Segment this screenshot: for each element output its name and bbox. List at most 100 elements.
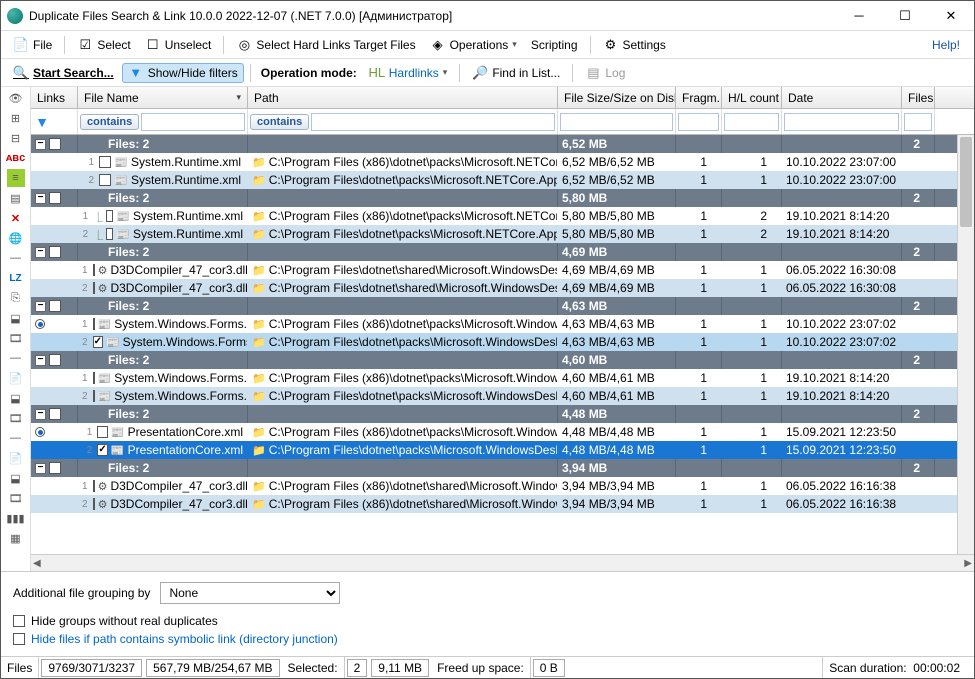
- row-checkbox[interactable]: [93, 336, 103, 348]
- row-checkbox[interactable]: [93, 264, 95, 276]
- sidebar-globe-icon[interactable]: 🌐: [7, 229, 25, 247]
- minimize-button[interactable]: ─: [836, 1, 882, 31]
- group-row[interactable]: − Files: 26,52 MB2: [31, 135, 974, 153]
- row-checkbox[interactable]: [93, 318, 95, 330]
- help-link[interactable]: Help!: [924, 36, 968, 54]
- row-checkbox[interactable]: [93, 390, 95, 402]
- group-row[interactable]: − Files: 25,80 MB2: [31, 189, 974, 207]
- grouping-select[interactable]: None: [160, 582, 340, 604]
- col-fragm[interactable]: Fragm.: [676, 87, 722, 108]
- find-in-list-button[interactable]: 🔎Find in List...: [466, 63, 566, 83]
- sidebar-grid-icon[interactable]: ▦: [7, 529, 25, 547]
- sidebar-copy-icon[interactable]: ⎘: [7, 289, 25, 307]
- file-row[interactable]: 2📰System.Windows.Forms.xml📁C:\Program Fi…: [31, 333, 974, 351]
- file-row[interactable]: 1⎿📰System.Runtime.xml📁C:\Program Files (…: [31, 207, 974, 225]
- filter-funnel-icon[interactable]: ▼: [33, 113, 51, 131]
- sidebar-collapse-icon[interactable]: ⊟: [7, 129, 25, 147]
- file-row[interactable]: 1📰System.Runtime.xml📁C:\Program Files (x…: [31, 153, 974, 171]
- col-hlcount[interactable]: H/L count: [722, 87, 782, 108]
- filter-hl-input[interactable]: [724, 113, 779, 131]
- file-row[interactable]: 2📰System.Runtime.xml📁C:\Program Files\do…: [31, 171, 974, 189]
- sidebar-film-icon[interactable]: 🎞: [7, 329, 25, 347]
- group-checkbox[interactable]: [49, 246, 61, 258]
- group-checkbox[interactable]: [49, 138, 61, 150]
- hide-symlink-checkbox[interactable]: [13, 633, 25, 645]
- row-checkbox[interactable]: [99, 174, 111, 186]
- sidebar-delete-icon[interactable]: ✕: [7, 209, 25, 227]
- group-row[interactable]: − Files: 24,63 MB2: [31, 297, 974, 315]
- sidebar-expand-icon[interactable]: ⊞: [7, 109, 25, 127]
- sidebar-lz-icon[interactable]: LZ: [7, 269, 25, 287]
- col-date[interactable]: Date: [782, 87, 902, 108]
- sidebar-ext3-icon[interactable]: ⬓: [7, 469, 25, 487]
- group-row[interactable]: − Files: 24,69 MB2: [31, 243, 974, 261]
- group-row[interactable]: − Files: 24,60 MB2: [31, 351, 974, 369]
- file-row[interactable]: 2📰System.Windows.Forms.xml📁C:\Program Fi…: [31, 387, 974, 405]
- col-size[interactable]: File Size/Size on Disk: [558, 87, 676, 108]
- vertical-scrollbar[interactable]: [957, 135, 974, 554]
- hide-nodup-checkbox[interactable]: [13, 615, 25, 627]
- row-radio[interactable]: [35, 427, 45, 437]
- filter-path-input[interactable]: [311, 113, 555, 131]
- row-checkbox[interactable]: [93, 282, 95, 294]
- collapse-icon[interactable]: −: [35, 139, 46, 150]
- collapse-icon[interactable]: −: [35, 193, 46, 204]
- sidebar-barcode-icon[interactable]: ▮▮▮: [7, 509, 25, 527]
- group-checkbox[interactable]: [49, 408, 61, 420]
- group-checkbox[interactable]: [49, 462, 61, 474]
- col-path[interactable]: Path: [248, 87, 558, 108]
- filter-path-mode[interactable]: contains: [250, 114, 309, 130]
- show-hide-filters-button[interactable]: ▼Show/Hide filters: [122, 63, 244, 83]
- log-button[interactable]: ▤Log: [579, 63, 631, 83]
- row-checkbox[interactable]: [97, 444, 108, 456]
- file-row[interactable]: 2⎿📰System.Runtime.xml📁C:\Program Files\d…: [31, 225, 974, 243]
- file-row[interactable]: 1📰PresentationCore.xml📁C:\Program Files …: [31, 423, 974, 441]
- close-button[interactable]: ✕: [928, 1, 974, 31]
- collapse-icon[interactable]: −: [35, 247, 46, 258]
- file-row[interactable]: 1⚙D3DCompiler_47_cor3.dll📁C:\Program Fil…: [31, 261, 974, 279]
- row-checkbox[interactable]: [93, 372, 95, 384]
- sidebar-ext-icon[interactable]: ⬓: [7, 309, 25, 327]
- group-checkbox[interactable]: [49, 192, 61, 204]
- row-checkbox[interactable]: [106, 210, 113, 222]
- group-row[interactable]: − Files: 23,94 MB2: [31, 459, 974, 477]
- sidebar-doc-icon[interactable]: 📄: [7, 369, 25, 387]
- unselect-menu[interactable]: ☐Unselect: [139, 35, 218, 55]
- sidebar-rows-icon[interactable]: ▤: [7, 189, 25, 207]
- group-row[interactable]: − Files: 24,48 MB2: [31, 405, 974, 423]
- sidebar-abc-icon[interactable]: ᴀʙᴄ: [7, 149, 25, 167]
- collapse-icon[interactable]: −: [35, 301, 46, 312]
- file-row[interactable]: 2⚙D3DCompiler_47_cor3.dll📁C:\Program Fil…: [31, 279, 974, 297]
- collapse-icon[interactable]: −: [35, 463, 46, 474]
- collapse-icon[interactable]: −: [35, 355, 46, 366]
- col-filename[interactable]: File Name: [78, 87, 248, 108]
- collapse-icon[interactable]: −: [35, 409, 46, 420]
- filter-files-input[interactable]: [904, 113, 932, 131]
- row-checkbox[interactable]: [99, 156, 111, 168]
- filter-date-input[interactable]: [784, 113, 899, 131]
- sidebar-ext2-icon[interactable]: ⬓: [7, 389, 25, 407]
- row-checkbox[interactable]: [93, 480, 95, 492]
- group-checkbox[interactable]: [49, 300, 61, 312]
- scripting-menu[interactable]: Scripting: [525, 36, 584, 54]
- file-row[interactable]: 1📰System.Windows.Forms.xml📁C:\Program Fi…: [31, 315, 974, 333]
- file-row[interactable]: 1📰System.Windows.Forms.xml📁C:\Program Fi…: [31, 369, 974, 387]
- row-checkbox[interactable]: [93, 498, 95, 510]
- col-links[interactable]: Links: [31, 87, 78, 108]
- group-checkbox[interactable]: [49, 354, 61, 366]
- horizontal-scrollbar[interactable]: ◀▶: [31, 554, 974, 571]
- file-menu[interactable]: 📄File: [7, 35, 58, 55]
- filter-name-input[interactable]: [141, 113, 245, 131]
- sidebar-eye-icon[interactable]: 👁: [7, 89, 25, 107]
- sidebar-doc2-icon[interactable]: 📄: [7, 449, 25, 467]
- file-row[interactable]: 1⚙D3DCompiler_47_cor3.dll📁C:\Program Fil…: [31, 477, 974, 495]
- select-hardlinks-button[interactable]: ◎Select Hard Links Target Files: [230, 35, 421, 55]
- sidebar-highlight-icon[interactable]: ≡: [7, 169, 25, 187]
- filter-frag-input[interactable]: [678, 113, 719, 131]
- select-menu[interactable]: ☑Select: [71, 35, 136, 55]
- col-files[interactable]: Files: [902, 87, 935, 108]
- filter-size-input[interactable]: [560, 113, 673, 131]
- file-row[interactable]: 2📰PresentationCore.xml📁C:\Program Files\…: [31, 441, 974, 459]
- maximize-button[interactable]: ☐: [882, 1, 928, 31]
- row-radio[interactable]: [35, 319, 45, 329]
